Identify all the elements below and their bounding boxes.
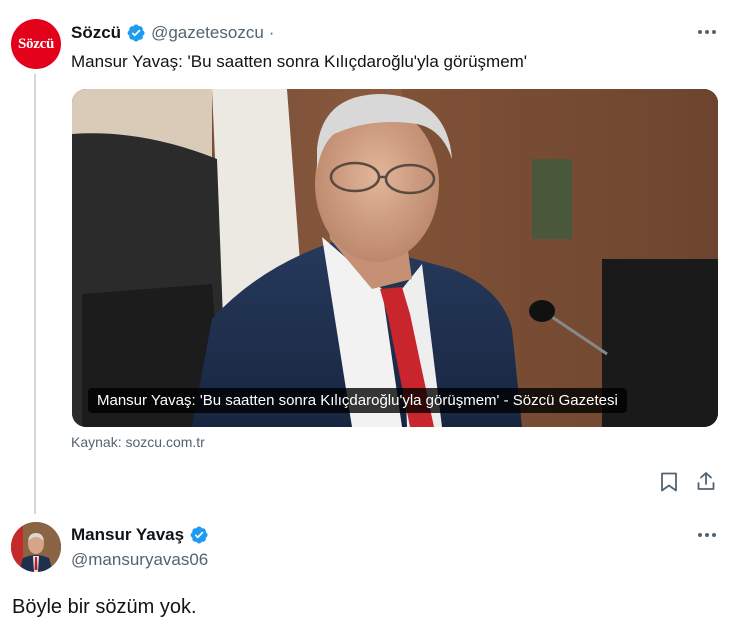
verified-badge-icon[interactable]: [126, 23, 146, 43]
share-icon[interactable]: [695, 470, 717, 492]
author-name[interactable]: Sözcü: [71, 23, 121, 43]
tweet1-text: Mansur Yavaş: 'Bu saatten sonra Kılıçdar…: [71, 52, 528, 71]
author-name[interactable]: Mansur Yavaş: [71, 525, 184, 545]
card-source[interactable]: Kaynak: sozcu.com.tr: [71, 434, 205, 450]
tweet2-text: Böyle bir sözüm yok.: [12, 596, 197, 618]
mansur-yavas-photo: [72, 89, 718, 427]
mansur-yavas-avatar[interactable]: [11, 522, 61, 572]
thread-line: [34, 74, 36, 514]
bookmark-icon[interactable]: [658, 471, 680, 493]
link-card[interactable]: [72, 89, 718, 427]
more-icon[interactable]: [694, 22, 720, 42]
card-caption[interactable]: Mansur Yavaş: 'Bu saatten sonra Kılıçdar…: [88, 388, 627, 413]
sozcu-avatar[interactable]: Sözcü: [11, 19, 61, 69]
tweet1-header: Sözcü @gazetesozcu ·: [71, 22, 274, 44]
tweet2-header: Mansur Yavaş: [71, 524, 209, 546]
verified-badge-icon[interactable]: [189, 525, 209, 545]
more-icon[interactable]: [694, 525, 720, 545]
author-handle[interactable]: @gazetesozcu: [151, 23, 264, 43]
sozcu-logo-text: Sözcü: [17, 35, 54, 52]
author-handle[interactable]: @mansuryavas06: [71, 550, 208, 570]
separator-dot: ·: [268, 23, 275, 42]
